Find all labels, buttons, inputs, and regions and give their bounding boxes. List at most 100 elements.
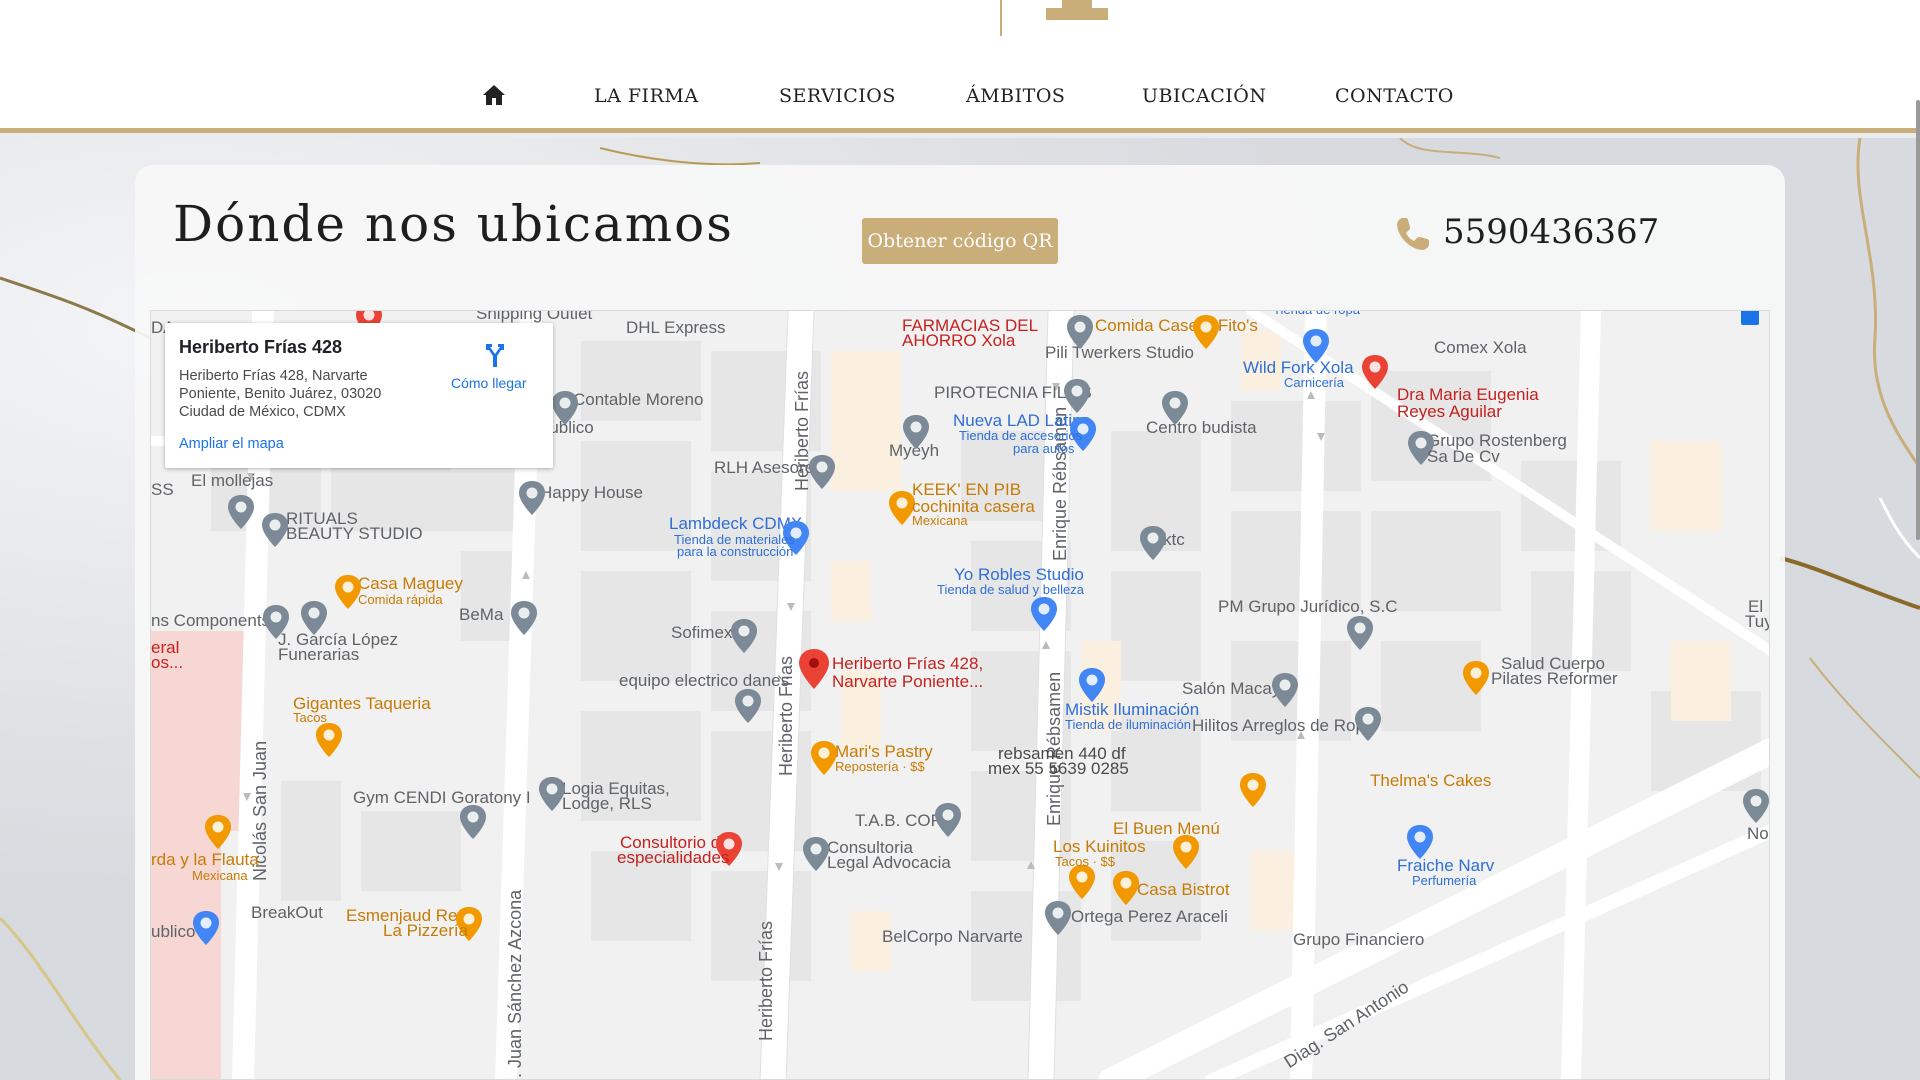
place-pin-icon[interactable]: [1355, 707, 1381, 741]
place-label-maris-sub[interactable]: Repostería · $$: [835, 760, 925, 774]
place-pin-icon[interactable]: [1069, 865, 1095, 899]
place-pin-icon[interactable]: [1064, 379, 1090, 413]
embedded-map[interactable]: Heriberto Frías 428, Narvarte Poniente..…: [150, 310, 1770, 1080]
place-label-salud2[interactable]: Pilates Reformer: [1491, 670, 1618, 688]
nav-servicios[interactable]: SERVICIOS: [779, 80, 896, 112]
directions-link[interactable]: Cómo llegar: [451, 375, 526, 391]
place-pin-icon[interactable]: [301, 601, 327, 635]
place-label-dra2[interactable]: Reyes Aguilar: [1397, 403, 1502, 421]
place-label-mollejas[interactable]: El mollejas: [191, 472, 273, 490]
place-pin-icon[interactable]: [1113, 871, 1139, 905]
place-label-carniceria[interactable]: Carnicería: [1284, 376, 1344, 390]
place-pin-icon[interactable]: [511, 601, 537, 635]
place-pin-icon[interactable]: [1407, 825, 1433, 859]
directions-icon[interactable]: [481, 341, 509, 369]
place-label-loskuinitos-sub[interactable]: Tacos · $$: [1055, 855, 1115, 869]
page-scrollbar[interactable]: [1916, 100, 1920, 540]
place-label-rebsamen2[interactable]: mex 55 5639 0285: [988, 760, 1129, 778]
place-label-yorobles-sub[interactable]: Tienda de salud y belleza: [937, 583, 1084, 597]
place-label-ortega[interactable]: Ortega Perez Araceli: [1071, 908, 1228, 926]
place-label-nuevalad-sub2[interactable]: para autos: [1013, 442, 1074, 456]
nav-ambitos[interactable]: ÁMBITOS: [966, 80, 1065, 112]
place-label-fraiche-sub[interactable]: Perfumería: [1412, 874, 1476, 888]
place-label-consultoria2[interactable]: Legal Advocacia: [827, 854, 951, 872]
place-label-casamaguey-sub[interactable]: Comida rápida: [358, 593, 443, 607]
place-label-nov[interactable]: Nov: [1747, 825, 1769, 843]
place-pin-icon[interactable]: [1045, 901, 1071, 935]
place-label-casamaguey[interactable]: Casa Maguey: [358, 575, 463, 593]
place-label-ss[interactable]: SS: [151, 481, 174, 499]
place-pin-icon[interactable]: [935, 803, 961, 837]
place-pin-icon[interactable]: [1463, 661, 1489, 695]
place-label-mistik-sub[interactable]: Tienda de iluminación: [1065, 718, 1191, 732]
place-pin-icon[interactable]: [811, 741, 837, 775]
place-pin-icon[interactable]: [1031, 597, 1057, 631]
place-label-components[interactable]: ns Components: [151, 612, 270, 630]
place-label-pm[interactable]: PM Grupo Jurídico, S.C: [1218, 598, 1398, 616]
place-pin-icon[interactable]: [1140, 526, 1166, 560]
place-label-fitos[interactable]: Comida Casera Fito's: [1095, 317, 1258, 335]
place-label-comex[interactable]: Comex Xola: [1434, 339, 1527, 357]
place-pin-icon[interactable]: [1272, 673, 1298, 707]
place-pin-icon[interactable]: [262, 513, 288, 547]
place-pin-icon[interactable]: [1079, 668, 1105, 702]
place-pin-icon[interactable]: [193, 911, 219, 945]
place-label-rituals2[interactable]: BEAUTY STUDIO: [286, 525, 423, 543]
place-pin-icon[interactable]: [519, 481, 545, 515]
place-pin-icon[interactable]: [903, 415, 929, 449]
place-label-salon[interactable]: Salón Macay: [1182, 680, 1280, 698]
enlarge-map-link[interactable]: Ampliar el mapa: [179, 436, 284, 452]
place-pin-icon[interactable]: [1362, 355, 1388, 389]
place-label-bema[interactable]: BeMa: [459, 606, 503, 624]
place-label-thelma[interactable]: Thelma's Cakes: [1370, 772, 1491, 790]
qr-code-button[interactable]: Obtener código QR: [862, 218, 1058, 264]
place-pin-icon[interactable]: [316, 723, 342, 757]
place-label-grupo2[interactable]: Sa De Cv: [1427, 448, 1500, 466]
place-pin-icon[interactable]: [1067, 315, 1093, 349]
place-label-shipping[interactable]: Shipping Outlet: [476, 311, 592, 323]
place-label-elbuen[interactable]: El Buen Menú: [1113, 820, 1220, 838]
place-pin-icon[interactable]: [803, 837, 829, 871]
place-label-consultorio2[interactable]: especialidades: [617, 849, 729, 867]
main-location-pin[interactable]: [799, 649, 829, 689]
nav-contacto[interactable]: CONTACTO: [1335, 80, 1454, 112]
place-label-casabistrot[interactable]: Casa Bistrot: [1137, 881, 1230, 899]
place-label-belcorpo[interactable]: BelCorpo Narvarte: [882, 928, 1023, 946]
place-label-ublico[interactable]: ublico: [151, 923, 195, 941]
place-label-contable[interactable]: Contable Moreno: [573, 391, 703, 409]
place-label-lambdeck-sub2[interactable]: para la construcción: [677, 545, 793, 559]
place-label-sofimex[interactable]: Sofimex: [671, 624, 732, 642]
place-label-flauta-sub[interactable]: Mexicana: [192, 869, 248, 883]
place-label-eln2[interactable]: Tuyo: [1745, 613, 1769, 631]
place-pin-icon[interactable]: [460, 805, 486, 839]
nav-ubicacion[interactable]: UBICACIÓN: [1142, 80, 1266, 112]
place-label-happy[interactable]: Happy House: [540, 484, 643, 502]
place-label-dhl[interactable]: DHL Express: [626, 319, 726, 337]
place-label-farmacias2[interactable]: AHORRO Xola: [902, 332, 1015, 350]
place-pin-icon[interactable]: [228, 495, 254, 529]
place-pin-icon[interactable]: [731, 619, 757, 653]
place-label-ropa[interactable]: Tienda de ropa: [1273, 311, 1360, 317]
place-label-rlh[interactable]: RLH Asesores: [714, 459, 823, 477]
phone-number[interactable]: 5590436367: [1443, 212, 1659, 252]
place-pin-icon[interactable]: [1162, 391, 1188, 425]
place-label-ktc[interactable]: ktc: [1163, 531, 1185, 549]
place-label-gym[interactable]: Gym CENDI Goratony I: [353, 789, 531, 807]
place-label-eral2[interactable]: os...: [151, 654, 183, 672]
place-pin-icon[interactable]: [809, 455, 835, 489]
place-pin-icon[interactable]: [1347, 616, 1373, 650]
place-pin-icon[interactable]: [205, 815, 231, 849]
place-pin-icon[interactable]: [1240, 773, 1266, 807]
place-pin-icon[interactable]: [1303, 329, 1329, 363]
logo-icon[interactable]: [1046, 0, 1108, 20]
place-pin-icon[interactable]: [1193, 315, 1219, 349]
place-pin-icon[interactable]: [735, 689, 761, 723]
map-fullscreen-button[interactable]: [1741, 311, 1759, 325]
nav-la-firma[interactable]: LA FIRMA: [594, 80, 699, 112]
place-label-equipo[interactable]: equipo electrico danes: [619, 672, 789, 690]
place-label-grupofin[interactable]: Grupo Financiero: [1293, 931, 1424, 949]
place-pin-icon[interactable]: [1173, 835, 1199, 869]
place-label-flauta[interactable]: rda y la Flauta: [151, 851, 259, 869]
place-label-hilitos[interactable]: Hilitos Arreglos de Ropa: [1192, 717, 1374, 735]
place-label-logia2[interactable]: Lodge, RLS: [562, 795, 652, 813]
